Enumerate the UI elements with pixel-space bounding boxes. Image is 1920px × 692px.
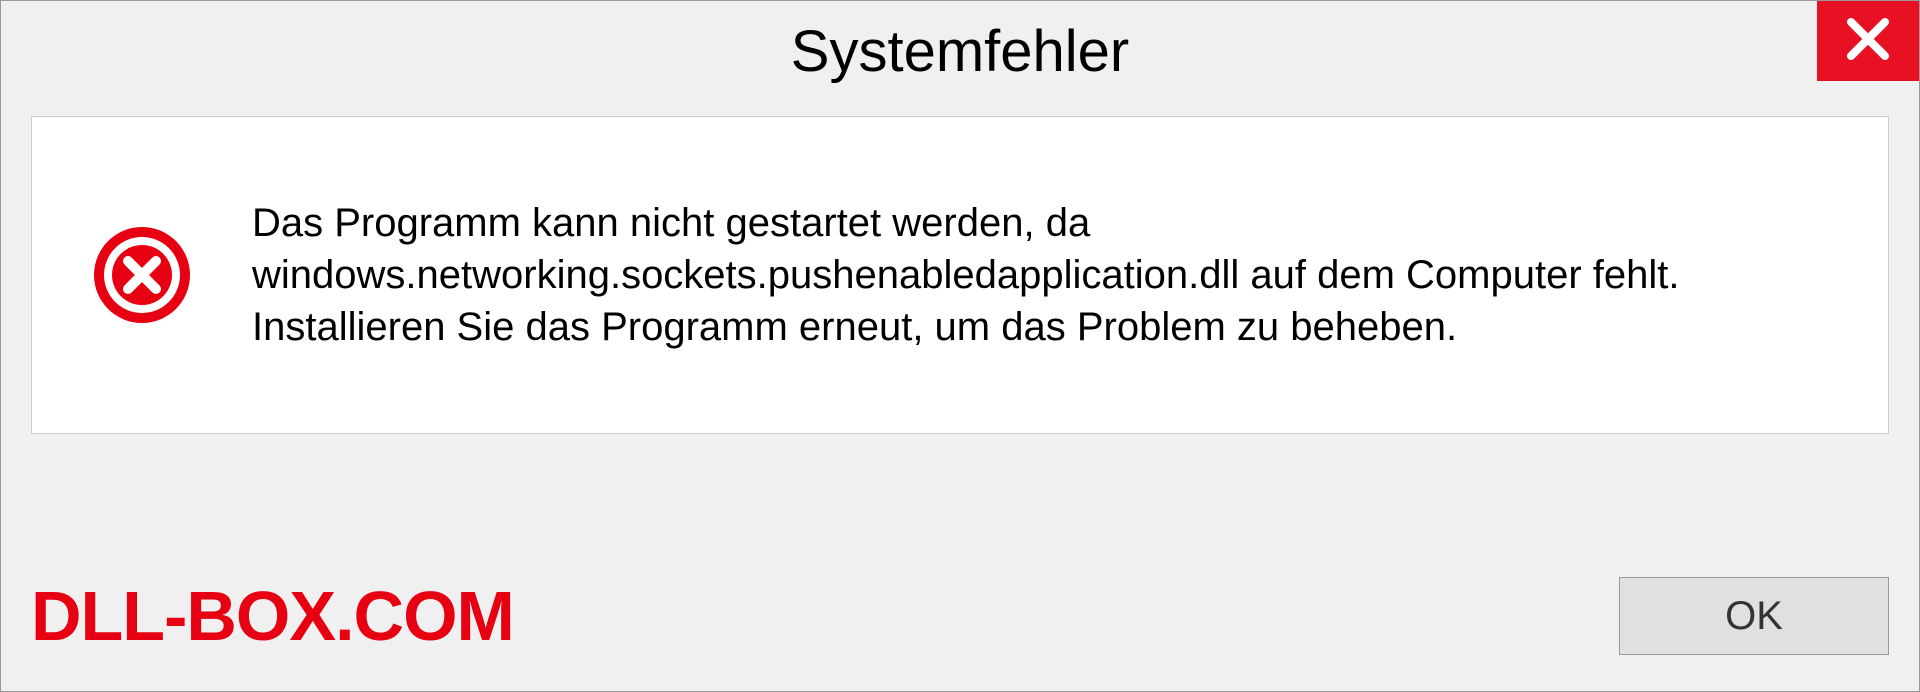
dialog-title: Systemfehler bbox=[791, 18, 1129, 85]
watermark-text: DLL-BOX.COM bbox=[31, 576, 514, 656]
close-button[interactable] bbox=[1817, 1, 1919, 81]
error-dialog: Systemfehler Das Programm kann nicht ges… bbox=[0, 0, 1920, 692]
dialog-footer: DLL-BOX.COM OK bbox=[31, 576, 1889, 656]
dialog-body: Das Programm kann nicht gestartet werden… bbox=[31, 116, 1889, 434]
ok-button[interactable]: OK bbox=[1619, 577, 1889, 655]
error-icon bbox=[92, 225, 192, 325]
dialog-titlebar: Systemfehler bbox=[1, 1, 1919, 101]
dialog-message: Das Programm kann nicht gestartet werden… bbox=[252, 197, 1838, 353]
close-icon bbox=[1843, 14, 1893, 69]
